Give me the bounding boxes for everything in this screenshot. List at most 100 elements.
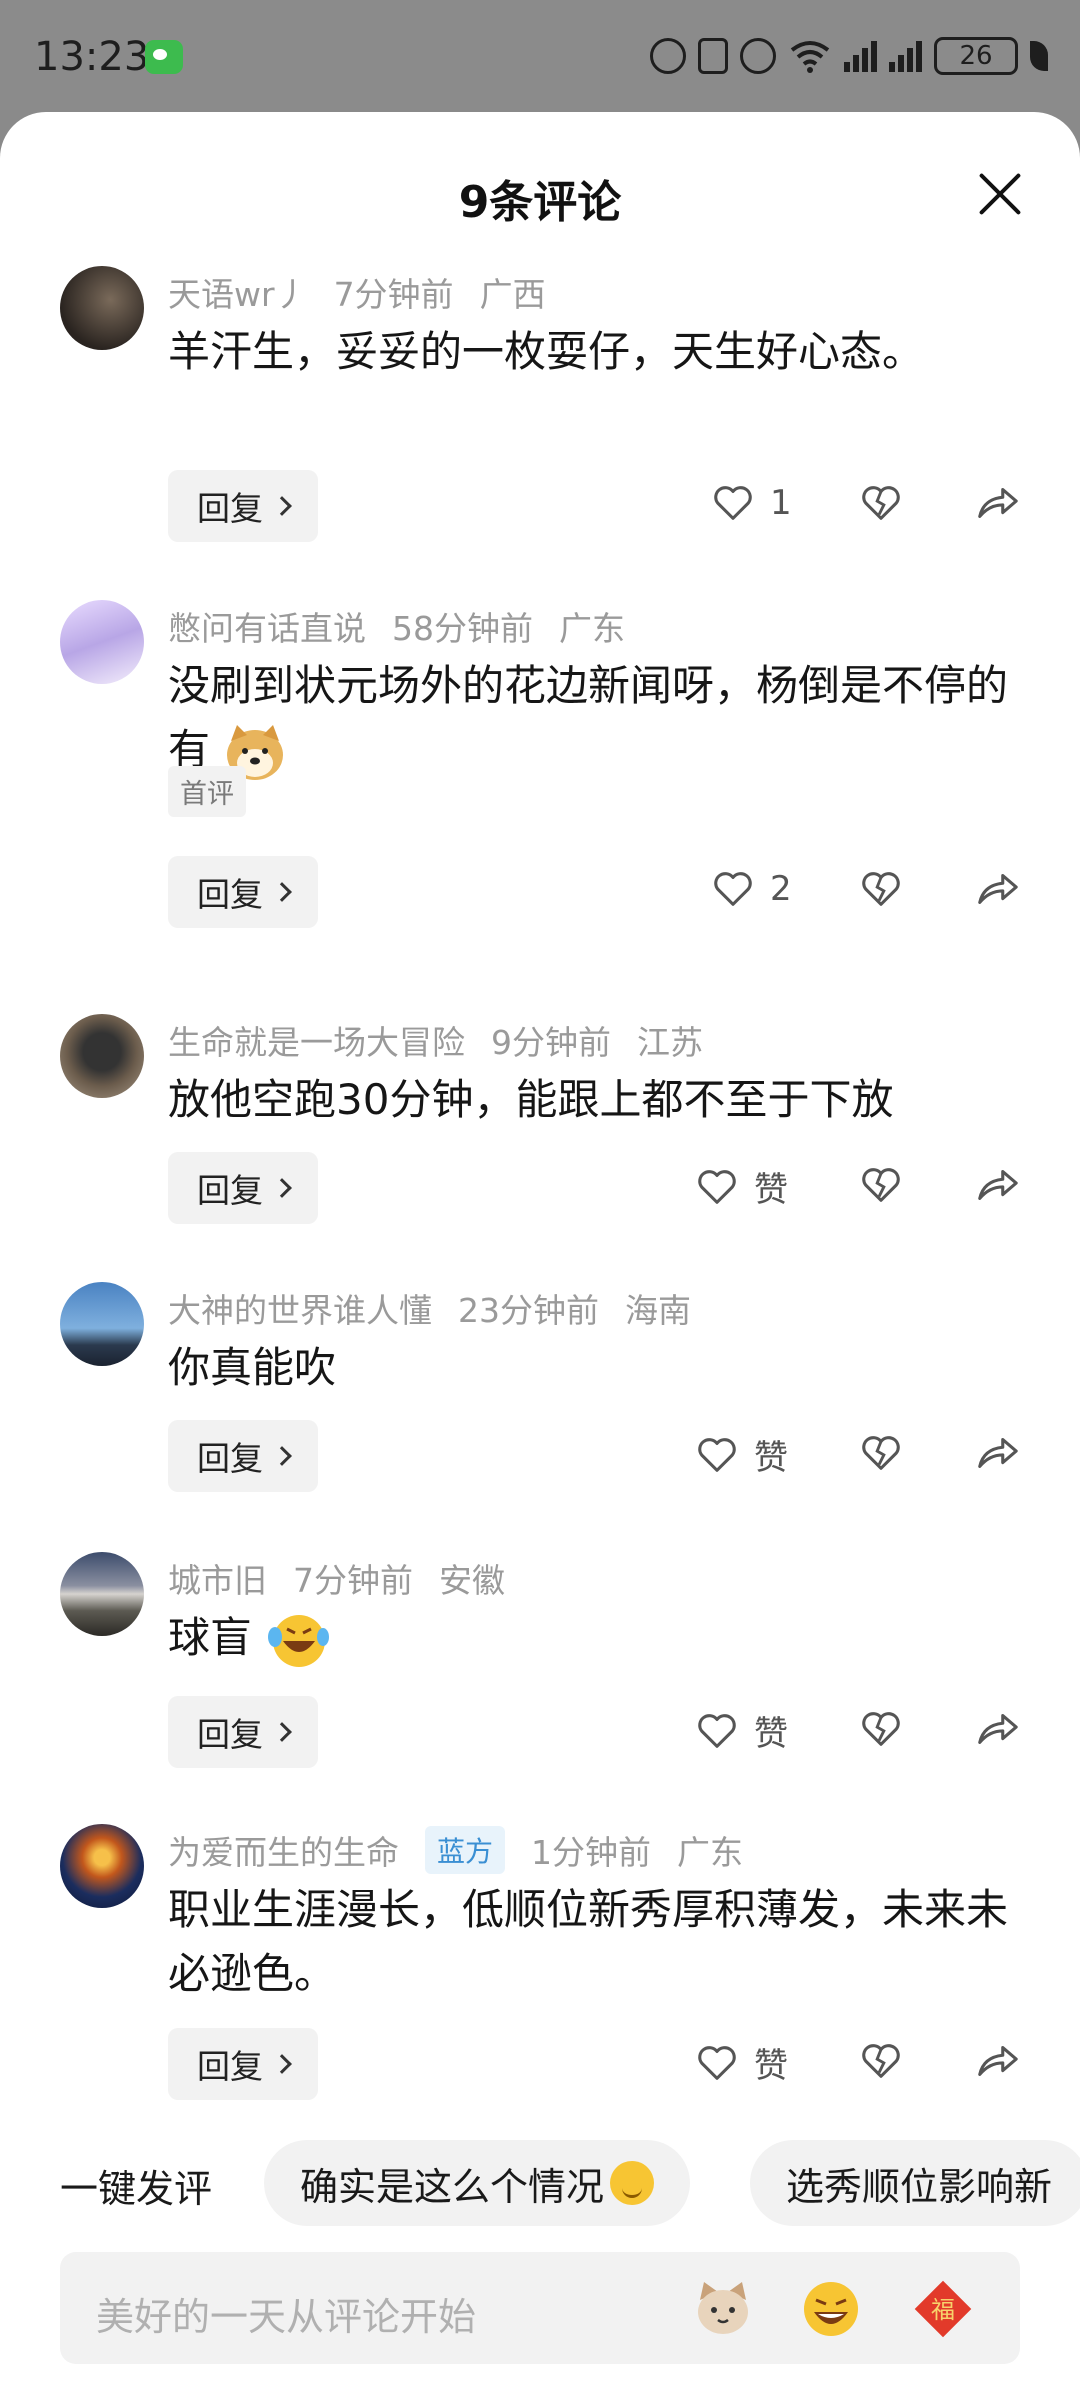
quick-comment-chip[interactable]: 确实是这么个情况 [264, 2140, 691, 2226]
fortune-sticker-icon[interactable]: 福 [912, 2278, 974, 2340]
cellular-signal-icon [844, 40, 877, 72]
comment-text-content: 球盲 [168, 1613, 253, 1662]
like-button[interactable]: 赞 [694, 1162, 788, 1211]
sheet-title: 9条评论 [458, 177, 622, 228]
reply-button[interactable]: 回复 [168, 1152, 318, 1224]
comment-username[interactable]: 憋问有话直说 [168, 602, 366, 650]
like-count: 2 [770, 869, 792, 909]
reply-button[interactable]: 回复 [168, 470, 318, 542]
chevron-right-icon [272, 1178, 292, 1198]
wifi-icon [790, 41, 830, 73]
chevron-right-icon [272, 882, 292, 902]
share-icon[interactable] [974, 1430, 1020, 1476]
comments-sheet: 9条评论 天语wr丿 7分钟前 广西 羊汗生，妥妥的一枚耍仔，天生好心态。 回复… [0, 112, 1080, 2400]
status-time: 13:23 [34, 34, 150, 80]
share-icon[interactable] [974, 1706, 1020, 1752]
dislike-broken-heart-icon[interactable] [858, 480, 904, 526]
avatar[interactable] [60, 1552, 144, 1636]
comment-username[interactable]: 天语wr丿 [168, 268, 308, 316]
cat-sticker-icon[interactable] [692, 2278, 754, 2340]
comment-location: 江苏 [637, 1023, 703, 1062]
chevron-right-icon [272, 1722, 292, 1742]
like-button[interactable]: 赞 [694, 1706, 788, 1755]
reply-button[interactable]: 回复 [168, 1420, 318, 1492]
reply-button[interactable]: 回复 [168, 1696, 318, 1768]
comment-time: 9分钟前 [491, 1023, 611, 1062]
dislike-broken-heart-icon[interactable] [858, 1706, 904, 1752]
dislike-broken-heart-icon[interactable] [858, 1162, 904, 1208]
svg-text:福: 福 [931, 2296, 955, 2324]
comment-username[interactable]: 大神的世界谁人懂 [168, 1284, 432, 1332]
heart-icon [698, 1169, 736, 1204]
comment-time: 7分钟前 [293, 1561, 413, 1600]
status-icons: 26 [650, 34, 1048, 78]
dislike-broken-heart-icon[interactable] [858, 2038, 904, 2084]
heart-icon [698, 2045, 736, 2080]
like-label: 赞 [754, 1714, 788, 1754]
close-icon[interactable] [976, 170, 1024, 218]
dislike-broken-heart-icon[interactable] [858, 866, 904, 912]
avatar[interactable] [60, 1824, 144, 1908]
power-saving-icon [1030, 41, 1048, 71]
speed-icon [650, 38, 686, 74]
team-badge: 蓝方 [425, 1826, 506, 1874]
status-bar: 13:23 26 [0, 0, 1080, 110]
comment-input[interactable]: 美好的一天从评论开始 福 [60, 2252, 1020, 2364]
comment-username[interactable]: 为爱而生的生命 [168, 1826, 399, 1874]
chevron-right-icon [272, 1446, 292, 1466]
quick-comment-row: 一键发评 确实是这么个情况 选秀顺位影响新 [0, 2138, 1080, 2228]
chevron-right-icon [272, 2054, 292, 2074]
comment-username[interactable]: 城市旧 [168, 1554, 267, 1602]
comment-text: 放他空跑30分钟，能跟上都不至于下放 [168, 1075, 894, 1124]
like-button[interactable]: 赞 [694, 2038, 788, 2087]
comment-username[interactable]: 生命就是一场大冒险 [168, 1016, 465, 1064]
reply-label: 回复 [197, 1715, 263, 1754]
share-icon[interactable] [974, 1162, 1020, 1208]
avatar[interactable] [60, 600, 144, 684]
comment-meta: 大神的世界谁人懂 23分钟前 海南 [168, 1284, 691, 1332]
like-label: 赞 [754, 1170, 788, 1210]
wink-emoji-icon [610, 2161, 655, 2205]
share-icon[interactable] [974, 866, 1020, 912]
like-label: 赞 [754, 2046, 788, 2086]
dislike-broken-heart-icon[interactable] [858, 1430, 904, 1476]
like-button[interactable]: 赞 [694, 1430, 788, 1479]
comment-input-placeholder: 美好的一天从评论开始 [96, 2295, 477, 2339]
like-button[interactable]: 1 [710, 480, 792, 526]
comment-location: 海南 [625, 1291, 691, 1330]
comment-text-content: 没刷到状元场外的花边新闻呀，杨倒是不停的有 [168, 661, 1009, 774]
comment-text: 羊汗生，妥妥的一枚耍仔，天生好心态。 [168, 327, 925, 376]
reply-label: 回复 [197, 2047, 263, 2086]
heart-icon [698, 1437, 736, 1472]
grin-emoji-icon[interactable] [800, 2278, 862, 2340]
comment-meta: 生命就是一场大冒险 9分钟前 江苏 [168, 1016, 703, 1064]
reply-label: 回复 [197, 875, 263, 914]
like-label: 赞 [754, 1438, 788, 1478]
avatar[interactable] [60, 1282, 144, 1366]
comment-time: 7分钟前 [333, 275, 454, 314]
quick-comment-label: 一键发评 [60, 2167, 213, 2211]
avatar[interactable] [60, 266, 144, 350]
reply-button[interactable]: 回复 [168, 2028, 318, 2100]
battery-icon: 26 [934, 37, 1018, 75]
first-comment-tag: 首评 [168, 766, 246, 817]
heart-icon [698, 1713, 736, 1748]
reply-button[interactable]: 回复 [168, 856, 318, 928]
comment-time: 58分钟前 [392, 609, 533, 648]
comment-location: 安徽 [439, 1561, 505, 1600]
chip-label: 确实是这么个情况 [300, 2164, 605, 2209]
like-button[interactable]: 2 [710, 866, 792, 912]
share-icon[interactable] [974, 480, 1020, 526]
avatar[interactable] [60, 1014, 144, 1098]
comment-meta: 为爱而生的生命 蓝方 1分钟前 广东 [168, 1826, 743, 1874]
chip-label: 选秀顺位影响新 [786, 2164, 1053, 2209]
comment-meta: 天语wr丿 7分钟前 广西 [168, 268, 546, 316]
comment-location: 广东 [559, 609, 625, 648]
share-icon[interactable] [974, 2038, 1020, 2084]
comment-text: 没刷到状元场外的花边新闻呀，杨倒是不停的有 [168, 654, 1008, 783]
alarm-icon [740, 38, 776, 74]
laughing-crying-emoji-icon [268, 1614, 330, 1667]
chevron-right-icon [272, 496, 292, 516]
quick-comment-chip[interactable]: 选秀顺位影响新 [750, 2140, 1080, 2226]
comment-time: 23分钟前 [458, 1291, 599, 1330]
